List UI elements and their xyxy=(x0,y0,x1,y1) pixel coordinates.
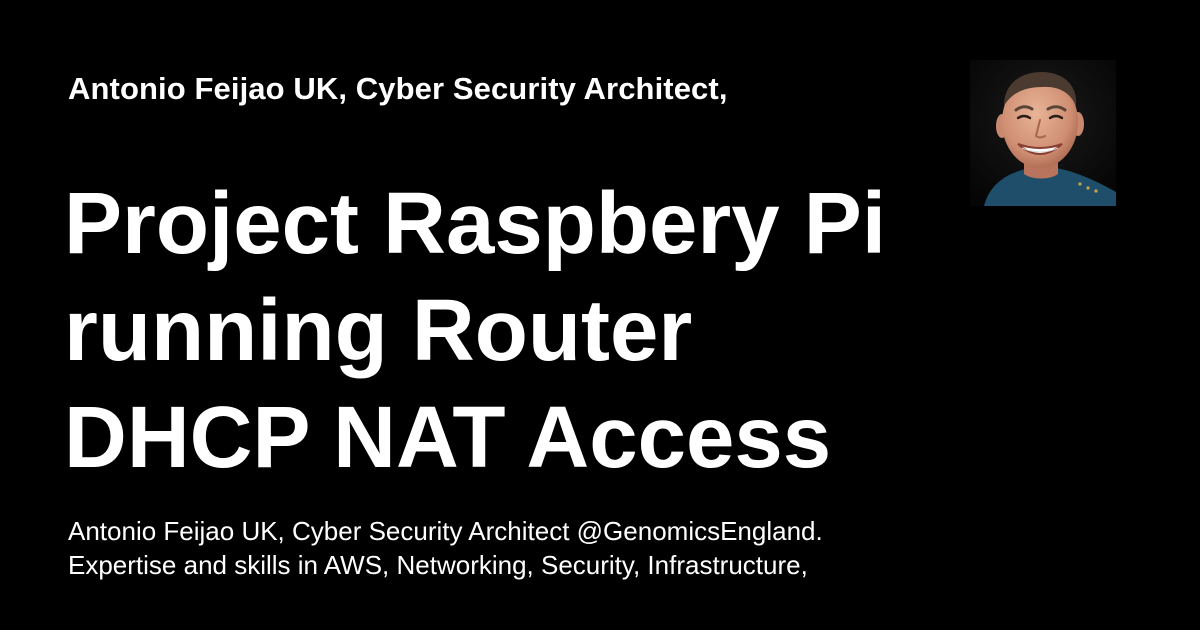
description-line-2: Expertise and skills in AWS, Networking,… xyxy=(68,550,808,580)
description-line-1: Antonio Feijao UK, Cyber Security Archit… xyxy=(68,516,823,546)
site-name: Antonio Feijao UK, Cyber Security Archit… xyxy=(68,71,728,106)
title-line-1: Project Raspbery Pi xyxy=(64,175,886,272)
page-description: Antonio Feijao UK, Cyber Security Archit… xyxy=(68,514,968,582)
author-avatar xyxy=(970,60,1116,206)
title-line-2: running Router xyxy=(64,282,693,379)
social-preview-card: Antonio Feijao UK, Cyber Security Archit… xyxy=(0,0,1200,630)
author-photo-icon xyxy=(970,60,1116,206)
title-line-3: DHCP NAT Access xyxy=(64,389,832,486)
page-title: Project Raspbery Pi running Router DHCP … xyxy=(64,170,944,491)
